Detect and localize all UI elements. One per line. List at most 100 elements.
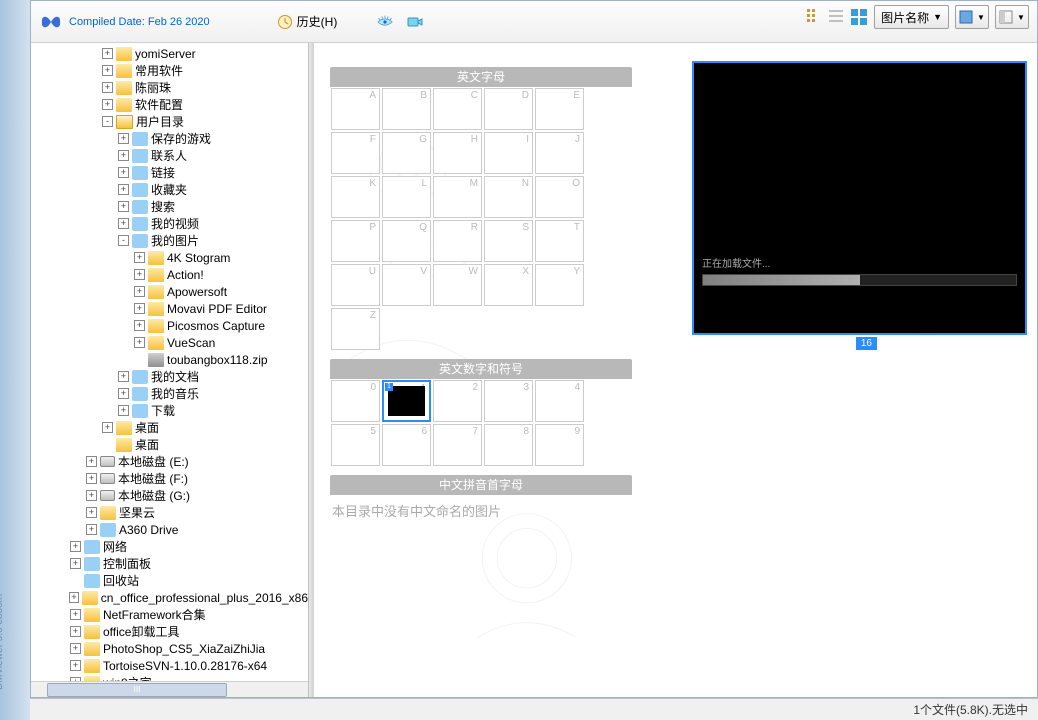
thumb-cell[interactable]: 7 <box>433 424 482 466</box>
tree-node[interactable]: +yomiServer <box>35 45 308 62</box>
eye-button[interactable] <box>370 11 400 33</box>
tree-node[interactable]: +Apowersoft <box>35 283 308 300</box>
tree-node[interactable]: +控制面板 <box>35 555 308 572</box>
sort-combo[interactable]: 图片名称 ▼ <box>874 5 949 29</box>
thumb-cell[interactable]: U <box>331 264 380 306</box>
thumb-cell[interactable]: W <box>433 264 482 306</box>
expander-icon[interactable]: + <box>134 252 145 263</box>
tree-node[interactable]: +Picosmos Capture <box>35 317 308 334</box>
thumb-cell[interactable]: L <box>382 176 431 218</box>
thumb-cell[interactable]: Y <box>535 264 584 306</box>
thumb-cell[interactable]: G <box>382 132 431 174</box>
thumb-cell[interactable]: X <box>484 264 533 306</box>
expander-icon[interactable]: + <box>102 422 113 433</box>
thumb-cell[interactable]: A <box>331 88 380 130</box>
thumb-cell[interactable]: M <box>433 176 482 218</box>
thumb-cell[interactable]: 3 <box>484 380 533 422</box>
tree-node[interactable]: toubangbox118.zip <box>35 351 308 368</box>
tree-node[interactable]: +PhotoShop_CS5_XiaZaiZhiJia <box>35 640 308 657</box>
expander-icon[interactable]: + <box>70 558 81 569</box>
thumb-cell[interactable]: S <box>484 220 533 262</box>
tree-node[interactable]: -我的图片 <box>35 232 308 249</box>
expander-icon[interactable]: + <box>118 388 129 399</box>
thumb-cell[interactable]: N <box>484 176 533 218</box>
thumb-cell[interactable]: I <box>484 132 533 174</box>
tree-node[interactable]: +VueScan <box>35 334 308 351</box>
tree-node[interactable]: +我的文档 <box>35 368 308 385</box>
preview-panel[interactable]: 正在加载文件... <box>692 61 1027 335</box>
thumbnail-size-combo[interactable]: ▼ <box>955 5 989 29</box>
tree-node[interactable]: +网络 <box>35 538 308 555</box>
expander-icon[interactable]: + <box>118 201 129 212</box>
thumb-cell[interactable]: 4 <box>535 380 584 422</box>
folder-tree[interactable]: +yomiServer+常用软件+陈丽珠+软件配置-用户目录+保存的游戏+联系人… <box>31 43 308 681</box>
thumb-cell[interactable]: T <box>535 220 584 262</box>
expander-icon[interactable]: - <box>102 116 113 127</box>
tree-node[interactable]: +Movavi PDF Editor <box>35 300 308 317</box>
expander-icon[interactable]: + <box>70 541 81 552</box>
tree-hscroll-thumb[interactable]: III <box>47 683 227 697</box>
tree-node[interactable]: +坚果云 <box>35 504 308 521</box>
tree-node[interactable]: 桌面 <box>35 436 308 453</box>
tree-node[interactable]: +保存的游戏 <box>35 130 308 147</box>
expander-icon[interactable]: + <box>102 48 113 59</box>
thumb-cell[interactable]: C <box>433 88 482 130</box>
view-large-icons[interactable] <box>850 8 868 26</box>
tree-node[interactable]: +本地磁盘 (G:) <box>35 487 308 504</box>
expander-icon[interactable]: + <box>86 507 97 518</box>
tree-node[interactable]: +NetFramework合集 <box>35 606 308 623</box>
tree-node[interactable]: +桌面 <box>35 419 308 436</box>
thumb-cell[interactable]: H <box>433 132 482 174</box>
expander-icon[interactable]: + <box>70 626 81 637</box>
thumb-cell[interactable]: K <box>331 176 380 218</box>
expander-icon[interactable]: - <box>118 235 129 246</box>
tree-hscroll[interactable]: III <box>31 681 308 697</box>
tree-node[interactable]: +win8之家 <box>35 674 308 681</box>
expander-icon[interactable]: + <box>118 184 129 195</box>
tree-node[interactable]: +软件配置 <box>35 96 308 113</box>
thumb-cell[interactable]: 0 <box>331 380 380 422</box>
expander-icon[interactable]: + <box>102 82 113 93</box>
tree-node[interactable]: +本地磁盘 (F:) <box>35 470 308 487</box>
expander-icon[interactable]: + <box>102 65 113 76</box>
thumb-cell[interactable]: E <box>535 88 584 130</box>
thumb-cell[interactable]: F <box>331 132 380 174</box>
expander-icon[interactable]: + <box>118 150 129 161</box>
tree-node[interactable]: +TortoiseSVN-1.10.0.28176-x64 <box>35 657 308 674</box>
expander-icon[interactable]: + <box>70 660 81 671</box>
history-button[interactable]: 历史(H) <box>270 10 345 33</box>
thumb-cell[interactable]: R <box>433 220 482 262</box>
tree-node[interactable]: +联系人 <box>35 147 308 164</box>
view-list-icon[interactable] <box>828 8 846 26</box>
tree-node[interactable]: +cn_office_professional_plus_2016_x86 <box>35 589 308 606</box>
thumb-cell[interactable]: 9 <box>535 424 584 466</box>
thumb-cell[interactable]: Z <box>331 308 380 350</box>
view-small-icons[interactable] <box>806 8 824 26</box>
thumb-cell[interactable]: 5 <box>331 424 380 466</box>
tree-node[interactable]: +下载 <box>35 402 308 419</box>
tree-node[interactable]: +本地磁盘 (E:) <box>35 453 308 470</box>
expander-icon[interactable]: + <box>134 286 145 297</box>
expander-icon[interactable]: + <box>86 490 97 501</box>
tree-node[interactable]: +Action! <box>35 266 308 283</box>
expander-icon[interactable]: + <box>134 337 145 348</box>
thumb-cell[interactable]: P <box>331 220 380 262</box>
tree-node[interactable]: +收藏夹 <box>35 181 308 198</box>
expander-icon[interactable]: + <box>70 609 81 620</box>
expander-icon[interactable]: + <box>86 473 97 484</box>
tree-node[interactable]: -用户目录 <box>35 113 308 130</box>
tree-node[interactable]: +我的视频 <box>35 215 308 232</box>
expander-icon[interactable]: + <box>102 99 113 110</box>
expander-icon[interactable]: + <box>86 456 97 467</box>
thumb-cell[interactable]: J <box>535 132 584 174</box>
tree-node[interactable]: +常用软件 <box>35 62 308 79</box>
layout-combo[interactable]: ▼ <box>995 5 1029 29</box>
tree-node[interactable]: +office卸载工具 <box>35 623 308 640</box>
expander-icon[interactable]: + <box>70 643 81 654</box>
thumb-cell[interactable]: 11 <box>382 380 431 422</box>
camera-button[interactable] <box>400 11 430 33</box>
tree-node[interactable]: 回收站 <box>35 572 308 589</box>
tree-node[interactable]: +链接 <box>35 164 308 181</box>
expander-icon[interactable]: + <box>118 167 129 178</box>
expander-icon[interactable]: + <box>134 303 145 314</box>
